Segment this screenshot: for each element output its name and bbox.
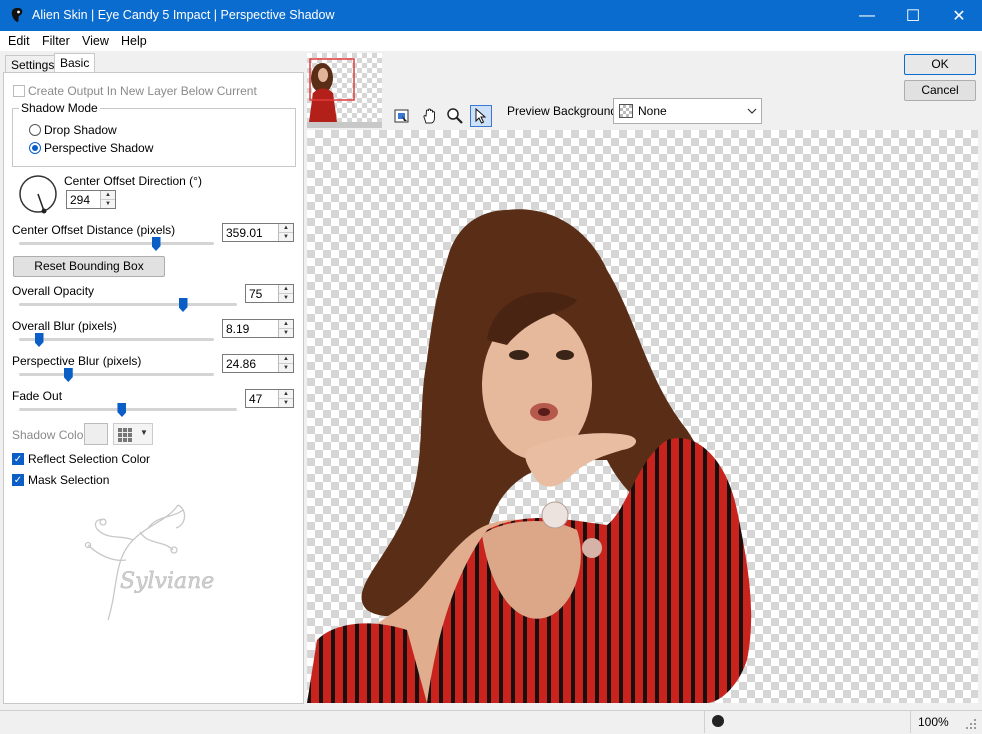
status-message-area xyxy=(0,711,705,733)
distance-value: 359.01 xyxy=(226,226,263,240)
preview-canvas[interactable] xyxy=(307,130,978,703)
create-output-label: Create Output In New Layer Below Current xyxy=(28,84,257,98)
hand-tool[interactable] xyxy=(419,105,441,127)
watermark-text: Sylviane xyxy=(120,569,214,594)
perspective-shadow-label: Perspective Shadow xyxy=(44,141,154,155)
chevron-down-icon: ▼ xyxy=(140,428,148,437)
distance-input[interactable]: 359.01 ▲ ▼ xyxy=(222,223,294,242)
shadow-color-swatch[interactable] xyxy=(84,423,108,445)
preview-background-value: None xyxy=(638,104,667,118)
perspective-blur-value: 24.86 xyxy=(226,357,257,371)
fade-out-label: Fade Out xyxy=(12,389,63,403)
window-title: Alien Skin | Eye Candy 5 Impact | Perspe… xyxy=(32,8,335,22)
zoom-level: 100% xyxy=(918,715,949,729)
chevron-down-icon xyxy=(747,108,757,114)
zoom-tool[interactable] xyxy=(444,105,466,127)
cancel-button[interactable]: Cancel xyxy=(904,80,976,101)
blur-label: Overall Blur (pixels) xyxy=(12,319,117,333)
direction-input[interactable]: 294 ▲ ▼ xyxy=(66,190,116,209)
menu-filter[interactable]: Filter xyxy=(42,34,70,48)
status-bar: 100% xyxy=(0,710,982,734)
perspective-blur-label: Perspective Blur (pixels) xyxy=(12,354,142,368)
maximize-icon: ☐ xyxy=(905,7,921,25)
navigator-thumbnail[interactable] xyxy=(307,53,382,128)
ok-button[interactable]: OK xyxy=(904,54,976,75)
distance-track xyxy=(19,242,214,245)
menu-view[interactable]: View xyxy=(82,34,109,48)
blur-input[interactable]: 8.19 ▲ ▼ xyxy=(222,319,294,338)
menu-edit[interactable]: Edit xyxy=(8,34,30,48)
mask-selection-checkbox[interactable]: ✓ xyxy=(12,474,24,486)
reset-bounding-box-button[interactable]: Reset Bounding Box xyxy=(13,256,165,277)
fade-out-value: 47 xyxy=(249,392,263,406)
select-tool[interactable] xyxy=(470,105,492,127)
close-icon: ✕ xyxy=(952,7,966,25)
close-button[interactable]: ✕ xyxy=(936,0,982,31)
transparency-icon xyxy=(619,104,633,118)
hand-icon xyxy=(423,108,435,124)
create-output-checkbox[interactable] xyxy=(13,85,25,97)
opacity-value: 75 xyxy=(249,287,263,301)
reflect-selection-label: Reflect Selection Color xyxy=(28,452,151,466)
blur-track xyxy=(19,338,214,341)
maximize-button[interactable]: ☐ xyxy=(890,0,936,31)
navigator-image xyxy=(309,58,355,122)
opacity-label: Overall Opacity xyxy=(12,284,95,298)
navigate-icon xyxy=(394,109,409,123)
blur-value: 8.19 xyxy=(226,322,250,336)
app-icon xyxy=(9,7,25,23)
color-palette-dropdown[interactable]: ▼ xyxy=(113,423,153,445)
resize-grip-icon[interactable] xyxy=(965,718,977,730)
status-indicator-icon xyxy=(712,715,724,727)
direction-dial[interactable] xyxy=(18,174,58,214)
status-divider xyxy=(910,711,911,733)
opacity-input[interactable]: 75 ▲ ▼ xyxy=(245,284,294,303)
menu-help[interactable]: Help xyxy=(121,34,147,48)
grid-icon xyxy=(118,428,132,442)
fade-out-input[interactable]: 47 ▲ ▼ xyxy=(245,389,294,408)
tab-basic[interactable]: Basic xyxy=(54,53,96,74)
direction-label: Center Offset Direction (°) xyxy=(64,174,202,188)
fade-out-track xyxy=(19,408,237,411)
arrow-pointer-icon xyxy=(475,108,487,124)
minimize-icon: — xyxy=(859,6,875,24)
magnifier-icon xyxy=(447,108,463,124)
preview-background-select[interactable]: None xyxy=(613,98,762,124)
mask-selection-label: Mask Selection xyxy=(28,473,110,487)
preview-background-label: Preview Background: xyxy=(507,104,621,118)
drop-shadow-radio[interactable] xyxy=(29,124,41,136)
shadow-mode-title: Shadow Mode xyxy=(19,101,100,115)
title-bar: Alien Skin | Eye Candy 5 Impact | Perspe… xyxy=(0,0,982,31)
perspective-shadow-radio[interactable] xyxy=(29,142,41,154)
opacity-track xyxy=(19,303,237,306)
direction-value: 294 xyxy=(70,193,91,207)
drop-shadow-label: Drop Shadow xyxy=(44,123,117,137)
perspective-blur-track xyxy=(19,373,214,376)
perspective-blur-input[interactable]: 24.86 ▲ ▼ xyxy=(222,354,294,373)
navigate-tool[interactable] xyxy=(391,105,413,127)
shadow-mode-group xyxy=(12,108,296,167)
minimize-button[interactable]: — xyxy=(844,0,890,31)
distance-label: Center Offset Distance (pixels) xyxy=(12,223,176,237)
preview-photo xyxy=(307,209,752,703)
reflect-selection-checkbox[interactable]: ✓ xyxy=(12,453,24,465)
menu-bar: Edit Filter View Help xyxy=(0,31,982,51)
signature-watermark: Sylviane xyxy=(84,504,215,621)
shadow-color-label: Shadow Color xyxy=(12,428,88,442)
